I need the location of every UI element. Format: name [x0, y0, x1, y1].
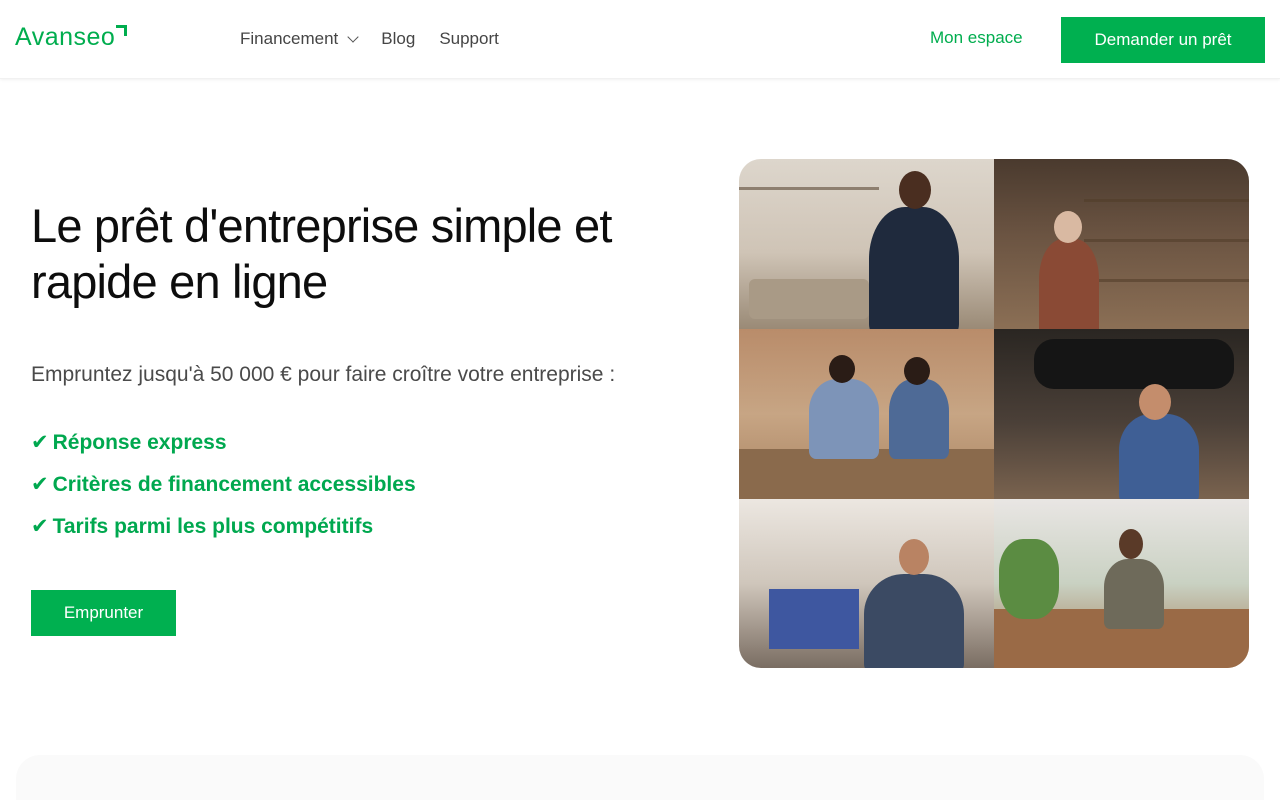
- emprunter-button[interactable]: Emprunter: [31, 590, 176, 636]
- hero-title: Le prêt d'entreprise simple et rapide en…: [31, 199, 612, 308]
- benefit-text: Réponse express: [52, 431, 227, 454]
- check-icon: ✔: [31, 431, 49, 454]
- logo-text: Avanseo: [15, 23, 116, 51]
- pottery-owner-photo: [994, 159, 1249, 329]
- next-section-card: [16, 755, 1264, 800]
- benefit-item: ✔ Tarifs parmi les plus compétitifs: [31, 513, 416, 555]
- check-icon: ✔: [31, 473, 49, 496]
- packaging-entrepreneurs-photo: [739, 329, 994, 499]
- benefits-list: ✔ Réponse express ✔ Critères de financem…: [31, 429, 416, 555]
- benefit-text: Critères de financement accessibles: [52, 473, 416, 496]
- chevron-down-icon: [347, 31, 359, 43]
- main-nav: Financement Blog Support: [240, 28, 499, 50]
- nav-support[interactable]: Support: [439, 29, 499, 49]
- nav-financement[interactable]: Financement: [240, 29, 359, 49]
- benefit-text: Tarifs parmi les plus compétitifs: [52, 515, 374, 538]
- nav-blog[interactable]: Blog: [381, 29, 415, 49]
- avanseo-logo[interactable]: Avanseo: [15, 22, 128, 52]
- shop-owner-photo: [739, 159, 994, 329]
- entrepreneurs-photo-grid: [739, 159, 1249, 668]
- workshop-owner-photo: [739, 499, 994, 668]
- demander-pret-button[interactable]: Demander un prêt: [1061, 17, 1265, 63]
- benefit-item: ✔ Critères de financement accessibles: [31, 471, 416, 513]
- hero-subtitle: Empruntez jusqu'à 50 000 € pour faire cr…: [31, 363, 616, 386]
- site-header: Avanseo Financement Blog Support Mon esp…: [0, 0, 1280, 79]
- florist-photo: [994, 499, 1249, 668]
- logo-corner-icon: [116, 25, 128, 36]
- check-icon: ✔: [31, 515, 49, 538]
- nav-financement-label: Financement: [240, 29, 339, 48]
- mon-espace-link[interactable]: Mon espace: [930, 28, 1023, 48]
- benefit-item: ✔ Réponse express: [31, 429, 416, 471]
- mechanic-photo: [994, 329, 1249, 499]
